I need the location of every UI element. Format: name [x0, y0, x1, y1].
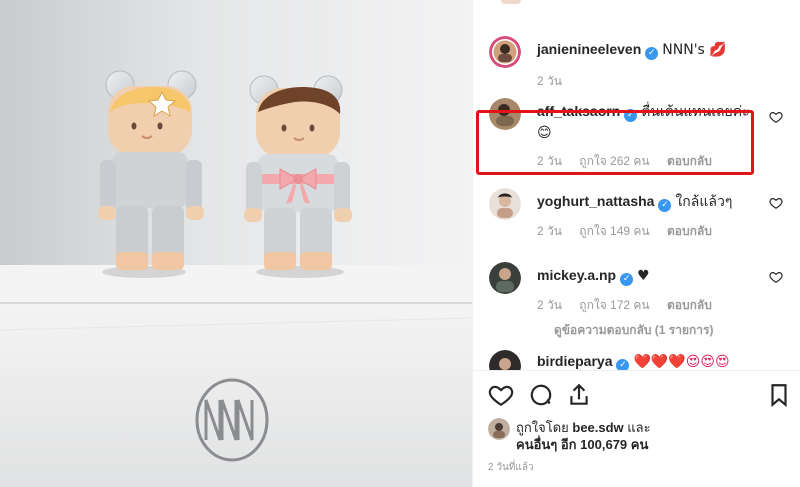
comment-body: ใกล้แล้วๆ	[675, 194, 733, 210]
highlight-box	[476, 110, 754, 175]
liked-by-others[interactable]: คนอื่นๆ อีก 100,679 คน	[516, 437, 648, 452]
comment-time[interactable]: 2 วัน	[537, 298, 562, 312]
liked-by-user[interactable]: bee.sdw	[572, 420, 623, 435]
comment-likes[interactable]: ถูกใจ 172 คน	[579, 298, 649, 312]
heart-icon	[488, 385, 514, 407]
comment-body: ❤️❤️❤️😍😍😍	[633, 354, 730, 370]
comment-heart-icon[interactable]	[769, 110, 783, 124]
comment-time[interactable]: 2 วัน	[537, 224, 562, 238]
verified-badge-icon: ✓	[645, 47, 659, 60]
post-timestamp[interactable]: 2 วันที่แล้ว	[488, 460, 534, 475]
comment-username[interactable]: janienineeleven	[537, 41, 641, 57]
likes-summary: ถูกใจโดย bee.sdw และ คนอื่นๆ อีก 100,679…	[488, 418, 792, 454]
comment-item: birdieparya ✓ ❤️❤️❤️😍😍😍	[489, 350, 789, 370]
likes-text: ถูกใจโดย bee.sdw และ คนอื่นๆ อีก 100,679…	[516, 419, 651, 453]
comment-text-line: yoghurt_nattasha ✓ ใกล้แล้วๆ	[537, 192, 757, 212]
comments-panel: janienineeleven ✓ NNN's 💋 2 วัน aff_taksao…	[472, 0, 800, 487]
previous-avatar-edge	[501, 0, 521, 4]
avatar[interactable]	[488, 418, 510, 440]
comment-icon	[530, 384, 552, 406]
save-button[interactable]	[766, 382, 794, 410]
reply-button[interactable]: ตอบกลับ	[667, 224, 712, 238]
comment-meta: 2 วัน ถูกใจ 149 คน ตอบกลับ	[537, 222, 726, 241]
divider	[472, 370, 800, 371]
comment-text-line: birdieparya ✓ ❤️❤️❤️😍😍😍	[537, 352, 757, 370]
comment-username[interactable]: birdieparya	[537, 353, 612, 369]
comment-heart-icon[interactable]	[769, 270, 783, 284]
bookmark-icon	[771, 384, 787, 408]
post-photo	[0, 0, 472, 487]
view-replies-link[interactable]: ดูข้อความตอบกลับ (1 รายการ)	[554, 321, 713, 340]
comment-button[interactable]	[528, 382, 556, 410]
comment-body: NNN's 💋	[662, 42, 727, 58]
bearbrick-photo-image	[0, 0, 472, 487]
like-button[interactable]	[488, 382, 516, 410]
share-icon	[570, 383, 588, 405]
reply-button[interactable]: ตอบกลับ	[667, 298, 712, 312]
comment-heart-icon[interactable]	[769, 196, 783, 210]
comment-meta: 2 วัน	[537, 72, 576, 91]
avatar[interactable]	[489, 36, 521, 68]
post-actions	[488, 382, 792, 412]
avatar[interactable]	[489, 350, 521, 370]
liked-by-prefix: ถูกใจโดย	[516, 420, 569, 435]
comment-time[interactable]: 2 วัน	[537, 74, 562, 88]
verified-badge-icon: ✓	[620, 273, 634, 286]
instagram-post-view: janienineeleven ✓ NNN's 💋 2 วัน aff_taksao…	[0, 0, 800, 487]
comment-meta: 2 วัน ถูกใจ 172 คน ตอบกลับ	[537, 296, 726, 315]
comment-likes[interactable]: ถูกใจ 149 คน	[579, 224, 649, 238]
liked-by-suffix: และ	[627, 420, 651, 435]
verified-badge-icon: ✓	[658, 199, 672, 212]
share-button[interactable]	[566, 382, 594, 410]
comment-text-line: janienineeleven ✓ NNN's 💋	[537, 40, 757, 60]
comment-text-line: mickey.a.np ✓ ♥	[537, 266, 757, 286]
comment-username[interactable]: mickey.a.np	[537, 267, 616, 283]
comment-body: ♥	[637, 268, 650, 284]
avatar[interactable]	[489, 262, 521, 294]
avatar[interactable]	[489, 188, 521, 220]
verified-badge-icon: ✓	[616, 359, 630, 370]
comment-username[interactable]: yoghurt_nattasha	[537, 193, 654, 209]
